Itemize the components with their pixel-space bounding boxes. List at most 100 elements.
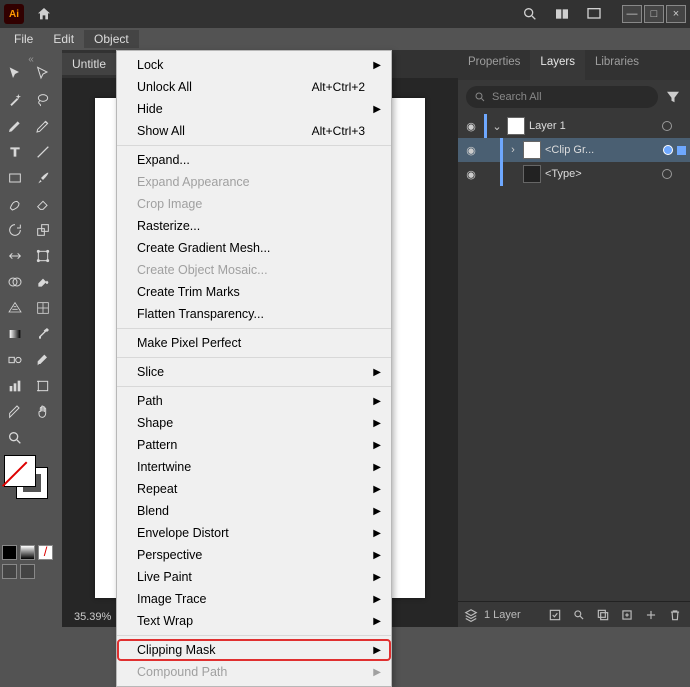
expand-toggle[interactable]: › — [507, 144, 519, 156]
paintbrush-tool[interactable] — [30, 166, 56, 189]
artboard-tool[interactable] — [30, 374, 56, 397]
zoom-tool[interactable] — [2, 426, 28, 449]
menu-item-shape[interactable]: Shape▶ — [117, 412, 391, 434]
curvature-tool[interactable] — [30, 114, 56, 137]
menu-item-unlock-all[interactable]: Unlock AllAlt+Ctrl+2 — [117, 76, 391, 98]
menu-shortcut: Alt+Ctrl+2 — [312, 80, 365, 94]
visibility-toggle[interactable]: ◉ — [462, 120, 480, 133]
new-layer-icon[interactable] — [642, 606, 660, 624]
slice-tool[interactable] — [2, 400, 28, 423]
close-button[interactable]: × — [666, 5, 686, 23]
target-icon[interactable] — [662, 121, 672, 131]
delete-layer-icon[interactable] — [666, 606, 684, 624]
rotate-tool[interactable] — [2, 218, 28, 241]
scale-tool[interactable] — [30, 218, 56, 241]
menu-item-pattern[interactable]: Pattern▶ — [117, 434, 391, 456]
free-transform-tool[interactable] — [30, 244, 56, 267]
menu-item-repeat[interactable]: Repeat▶ — [117, 478, 391, 500]
menu-item-flatten-transparency[interactable]: Flatten Transparency... — [117, 303, 391, 325]
filter-icon[interactable] — [664, 88, 682, 106]
selection-tool[interactable] — [2, 62, 28, 85]
layer-search-input[interactable]: Search All — [466, 86, 658, 108]
fill-swatch[interactable] — [4, 455, 36, 487]
menu-item-slice[interactable]: Slice▶ — [117, 361, 391, 383]
toolbar-handle[interactable] — [2, 54, 60, 62]
type-tool[interactable] — [2, 140, 28, 163]
menu-item-perspective[interactable]: Perspective▶ — [117, 544, 391, 566]
locate-object-icon[interactable] — [570, 606, 588, 624]
eyedropper-tool[interactable] — [30, 322, 56, 345]
gradient-tool[interactable] — [2, 322, 28, 345]
color-mode-gradient[interactable] — [20, 545, 35, 560]
menu-item-path[interactable]: Path▶ — [117, 390, 391, 412]
menu-edit[interactable]: Edit — [43, 30, 84, 48]
screen-mode-full[interactable] — [20, 564, 35, 579]
rectangle-tool[interactable] — [2, 166, 28, 189]
submenu-arrow-icon: ▶ — [373, 572, 381, 583]
collect-for-export-icon[interactable] — [546, 606, 564, 624]
menu-item-image-trace[interactable]: Image Trace▶ — [117, 588, 391, 610]
direct-selection-tool[interactable] — [30, 62, 56, 85]
layer-row[interactable]: ◉ <Type> — [458, 162, 690, 186]
home-icon[interactable] — [32, 2, 56, 26]
target-icon[interactable] — [663, 145, 673, 155]
lasso-tool[interactable] — [30, 88, 56, 111]
mesh-tool[interactable] — [30, 296, 56, 319]
magic-wand-tool[interactable] — [2, 88, 28, 111]
menu-item-envelope-distort[interactable]: Envelope Distort▶ — [117, 522, 391, 544]
menu-item-blend[interactable]: Blend▶ — [117, 500, 391, 522]
menu-item-hide[interactable]: Hide▶ — [117, 98, 391, 120]
menu-item-rasterize[interactable]: Rasterize... — [117, 215, 391, 237]
layer-name[interactable]: <Clip Gr... — [545, 144, 659, 156]
shape-builder-tool[interactable] — [2, 270, 28, 293]
arrange-icon[interactable] — [550, 2, 574, 26]
menu-object[interactable]: Object — [84, 30, 139, 48]
layer-name[interactable]: Layer 1 — [529, 120, 658, 132]
tab-libraries[interactable]: Libraries — [585, 50, 649, 80]
menu-item-text-wrap[interactable]: Text Wrap▶ — [117, 610, 391, 632]
color-mode-none[interactable]: / — [38, 545, 53, 560]
color-swatches[interactable] — [2, 453, 54, 497]
shaper-tool[interactable] — [2, 192, 28, 215]
menu-item-create-gradient-mesh[interactable]: Create Gradient Mesh... — [117, 237, 391, 259]
visibility-toggle[interactable]: ◉ — [462, 144, 480, 157]
layer-row[interactable]: ◉ › <Clip Gr... — [458, 138, 690, 162]
menu-item-expand[interactable]: Expand... — [117, 149, 391, 171]
color-mode-solid[interactable] — [2, 545, 17, 560]
screen-mode-normal[interactable] — [2, 564, 17, 579]
menu-item-show-all[interactable]: Show AllAlt+Ctrl+3 — [117, 120, 391, 142]
maximize-button[interactable]: □ — [644, 5, 664, 23]
hand-tool[interactable] — [30, 400, 56, 423]
eraser-tool[interactable] — [30, 192, 56, 215]
live-paint-tool[interactable] — [30, 270, 56, 293]
menu-file[interactable]: File — [4, 30, 43, 48]
menu-item-intertwine[interactable]: Intertwine▶ — [117, 456, 391, 478]
menu-item-label: Repeat — [137, 482, 177, 496]
symbol-sprayer-tool[interactable] — [30, 348, 56, 371]
line-tool[interactable] — [30, 140, 56, 163]
target-icon[interactable] — [662, 169, 672, 179]
minimize-button[interactable]: — — [622, 5, 642, 23]
document-tab[interactable]: Untitle — [62, 53, 116, 75]
perspective-grid-tool[interactable] — [2, 296, 28, 319]
tab-properties[interactable]: Properties — [458, 50, 530, 80]
width-tool[interactable] — [2, 244, 28, 267]
menu-item-lock[interactable]: Lock▶ — [117, 54, 391, 76]
expand-toggle[interactable]: ⌄ — [491, 120, 503, 133]
make-clipping-mask-icon[interactable] — [594, 606, 612, 624]
column-graph-tool[interactable] — [2, 374, 28, 397]
menu-item-clipping-mask[interactable]: Clipping Mask▶ — [117, 639, 391, 661]
visibility-toggle[interactable]: ◉ — [462, 168, 480, 181]
new-sublayer-icon[interactable] — [618, 606, 636, 624]
zoom-level[interactable]: 35.39% — [74, 611, 111, 623]
menu-item-live-paint[interactable]: Live Paint▶ — [117, 566, 391, 588]
tab-layers[interactable]: Layers — [530, 50, 585, 80]
pen-tool[interactable] — [2, 114, 28, 137]
search-icon[interactable] — [518, 2, 542, 26]
workspace-icon[interactable] — [582, 2, 606, 26]
layer-row[interactable]: ◉ ⌄ Layer 1 — [458, 114, 690, 138]
menu-item-create-trim-marks[interactable]: Create Trim Marks — [117, 281, 391, 303]
menu-item-make-pixel-perfect[interactable]: Make Pixel Perfect — [117, 332, 391, 354]
layer-name[interactable]: <Type> — [545, 168, 658, 180]
blend-tool[interactable] — [2, 348, 28, 371]
